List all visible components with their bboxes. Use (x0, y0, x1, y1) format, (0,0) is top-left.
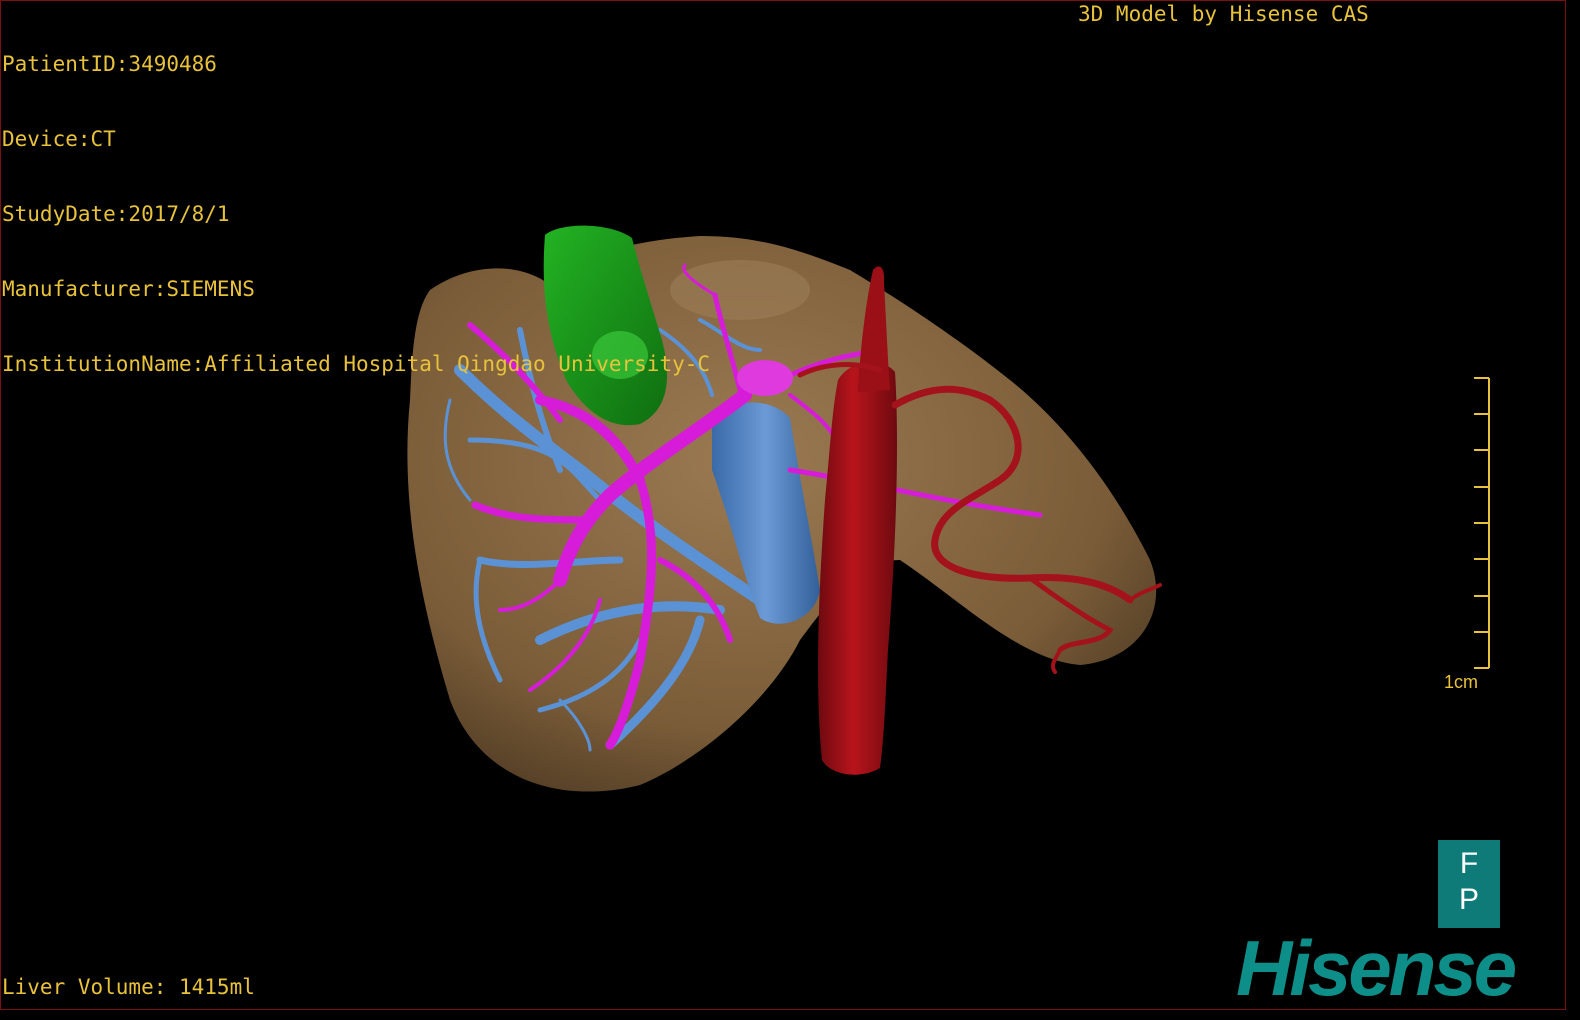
liver-volume-text: Liver Volume: 1415ml (2, 975, 255, 999)
portal-vein-bifurcation (737, 360, 793, 396)
orientation-cube[interactable]: F P (1438, 840, 1500, 928)
scale-bar (1474, 377, 1490, 669)
scale-bar-label: 1cm (1444, 672, 1479, 692)
hisense-logo: Hisense (1236, 924, 1517, 1012)
orientation-bottom-label: P (1458, 883, 1479, 916)
dicom-info-overlay: PatientID:3490486 Device:CT StudyDate:20… (2, 2, 710, 402)
patient-id-text: PatientID:3490486 (2, 52, 217, 76)
orientation-top-label: F (1459, 847, 1479, 880)
model-caption: 3D Model by Hisense CAS (1078, 2, 1369, 26)
institution-text: InstitutionName:Affiliated Hospital Qing… (2, 352, 711, 376)
manufacturer-text: Manufacturer:SIEMENS (2, 277, 255, 301)
study-date-text: StudyDate:2017/8/1 (2, 202, 230, 226)
device-text: Device:CT (2, 127, 116, 151)
